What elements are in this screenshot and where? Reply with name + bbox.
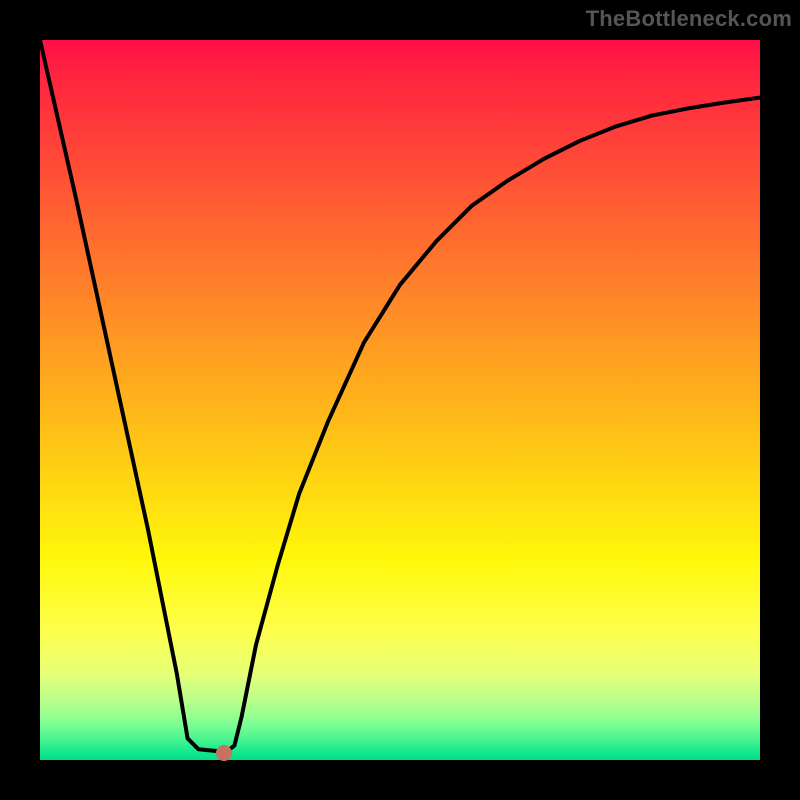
plot-area [40,40,760,760]
watermark-text: TheBottleneck.com [586,6,792,32]
bottleneck-curve [40,40,760,751]
chart-frame: TheBottleneck.com [0,0,800,800]
curve-layer [40,40,760,760]
optimum-marker [216,745,232,761]
